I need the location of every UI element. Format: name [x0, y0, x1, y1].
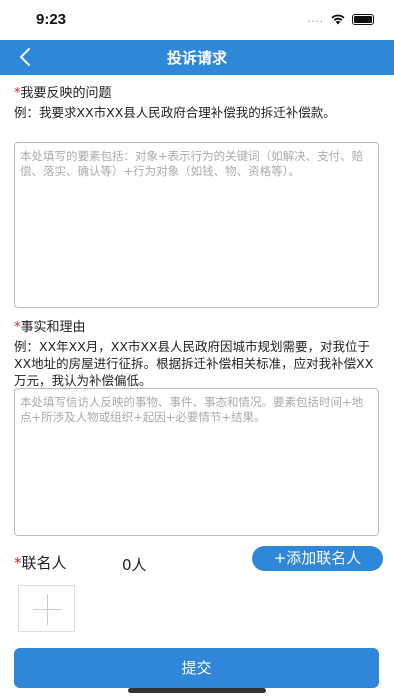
status-icons: ....: [307, 13, 374, 25]
page-title: 投诉请求: [166, 49, 227, 67]
signal-dots-icon: ....: [307, 13, 324, 25]
status-time: 9:23: [36, 11, 67, 28]
add-contact-button[interactable]: +添加联名人: [252, 546, 383, 571]
problem-example: 例：我要求XX市XX县人民政府合理补偿我的拆迁补偿款。: [14, 105, 336, 120]
facts-textarea[interactable]: [14, 388, 379, 536]
contacts-label-text: 联名人: [21, 554, 67, 572]
problem-textarea[interactable]: [14, 142, 379, 308]
add-contact-box[interactable]: [18, 585, 75, 632]
facts-example: 例：XX年XX月，XX市XX县人民政府因城市规划需要，对我位于XX地址的房屋进行…: [14, 339, 374, 388]
contacts-count: 0人: [122, 556, 147, 574]
status-bar: 9:23 ....: [0, 0, 394, 40]
wifi-icon: [331, 14, 345, 25]
problem-title-text: 我要反映的问题: [20, 86, 112, 101]
submit-button[interactable]: 提交: [14, 648, 379, 688]
plus-icon-vertical: [47, 594, 48, 625]
facts-title-text: 事实和理由: [20, 320, 86, 335]
required-mark: *: [14, 554, 22, 572]
home-indicator: [128, 688, 266, 693]
contacts-label: *联名人: [14, 552, 67, 573]
facts-section-title: *事实和理由: [14, 316, 86, 335]
battery-icon: [352, 13, 374, 25]
problem-section-title: *我要反映的问题: [14, 82, 112, 101]
nav-bar: 投诉请求: [0, 40, 394, 75]
